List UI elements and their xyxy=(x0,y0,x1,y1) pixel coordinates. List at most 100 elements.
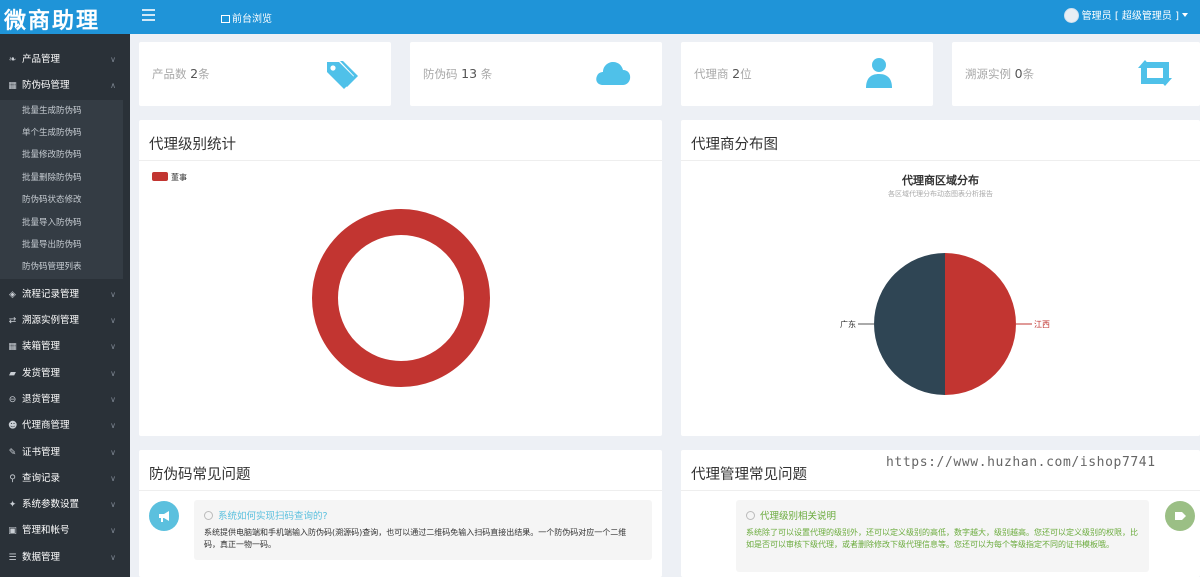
submenu-item[interactable]: 批量生成防伪码 xyxy=(0,100,123,122)
front-view-link[interactable]: 前台浏览 xyxy=(221,10,272,25)
sidebar-item-certificates[interactable]: ✎ 证书管理 ∨ xyxy=(0,440,130,466)
chevron-down-icon: ∨ xyxy=(110,500,116,510)
chevron-down-icon: ∨ xyxy=(110,316,116,326)
sidebar-item-label: 溯源实例管理 xyxy=(22,315,80,327)
stat-unit: 条 xyxy=(1022,67,1035,81)
faq-question: 代理级别相关说明 xyxy=(760,511,837,522)
stat-value: 2 xyxy=(732,66,741,81)
pie-slice[interactable] xyxy=(874,253,945,395)
question-circle-icon xyxy=(204,511,213,520)
brand-logo[interactable]: 微商助理 xyxy=(4,3,100,35)
chevron-down-icon: ∨ xyxy=(110,447,116,457)
caret-down-icon xyxy=(1182,13,1188,17)
watermark-url: https://www.huzhan.com/ishop7741 xyxy=(886,455,1156,470)
stat-value: 0 xyxy=(1014,66,1023,81)
stat-label: 防伪码 xyxy=(423,67,458,81)
sidebar-item-agents[interactable]: ☻ 代理商管理 ∨ xyxy=(0,413,130,439)
barcode-icon: ▦ xyxy=(8,81,17,92)
tag-icon xyxy=(1165,501,1195,531)
minus-circle-icon: ⊖ xyxy=(8,394,17,405)
list-icon: ☰ xyxy=(8,552,17,563)
sidebar-item-accounts[interactable]: ▣ 管理和帐号 ∨ xyxy=(0,518,130,544)
sidebar-item-label: 装箱管理 xyxy=(22,341,61,353)
sidebar-item-packing[interactable]: ▦ 装箱管理 ∨ xyxy=(0,334,130,360)
panel-title: 代理管理常见问题 xyxy=(691,467,807,483)
donut-slice[interactable] xyxy=(312,209,490,387)
sidebar-item-returns[interactable]: ⊖ 退货管理 ∨ xyxy=(0,387,130,413)
stat-unit: 条 xyxy=(480,67,493,81)
sidebar-item-shipping[interactable]: ▰ 发货管理 ∨ xyxy=(0,361,130,387)
submenu-item[interactable]: 批量删除防伪码 xyxy=(0,167,123,189)
sidebar-item-label: 查询记录 xyxy=(22,472,61,484)
sidebar-item-label: 流程记录管理 xyxy=(22,288,80,300)
chevron-down-icon: ∨ xyxy=(110,526,116,536)
submenu-item[interactable]: 单个生成防伪码 xyxy=(0,122,123,144)
sidebar-item-label: 管理和帐号 xyxy=(22,525,70,537)
sidebar-item-label: 系统参数设置 xyxy=(22,499,80,511)
front-view-label: 前台浏览 xyxy=(232,14,272,25)
submenu-item[interactable]: 批量修改防伪码 xyxy=(0,144,123,166)
submenu-item[interactable]: 批量导出防伪码 xyxy=(0,234,123,256)
stat-unit: 条 xyxy=(198,67,210,81)
faq-item: 代理级别相关说明 系统除了可以设置代理的级别外，还可以定义级别的高低，数字越大，… xyxy=(736,500,1149,572)
submenu-item[interactable]: 防伪码状态修改 xyxy=(0,189,123,211)
panel-agent-distribution: 代理商分布图 代理商区域分布 各区域代理分布动态图表分析报告 江西 广东 xyxy=(681,120,1200,436)
user-menu[interactable]: 管理员 [ 超级管理员 ] xyxy=(1063,7,1188,23)
users-icon: ☻ xyxy=(8,421,18,432)
submenu-anticounterfeit: 批量生成防伪码 单个生成防伪码 批量修改防伪码 批量删除防伪码 防伪码状态修改 … xyxy=(0,99,123,279)
monitor-icon xyxy=(221,15,230,23)
stat-card-products: 产品数 2条 xyxy=(139,42,391,106)
stat-card-trace: 溯源实例 0条 xyxy=(952,42,1200,106)
sidebar-item-anticounterfeit[interactable]: ▦ 防伪码管理 ∧ xyxy=(0,73,130,100)
sidebar-item-products[interactable]: ❧ 产品管理 ∨ xyxy=(0,47,130,73)
menu-toggle-icon[interactable] xyxy=(142,9,155,23)
faq-answer: 系统除了可以设置代理的级别外，还可以定义级别的高低，数字越大，级别越高。您还可以… xyxy=(746,528,1138,549)
faq-answer: 系统提供电脑端和手机端输入防伪码(溯源码)查询，也可以通过二维码免输入扫码直接出… xyxy=(204,528,627,549)
sidebar-item-label: 证书管理 xyxy=(22,446,61,458)
top-header: 微商助理 前台浏览 管理员 [ 超级管理员 ] xyxy=(0,0,1200,34)
chevron-down-icon: ∨ xyxy=(110,421,116,431)
panel-anticounterfeit-faq: 防伪码常见问题 系统如何实现扫码查询的? 系统提供电脑端和手机端输入防伪码(溯源… xyxy=(139,450,662,577)
chevron-up-icon: ∧ xyxy=(110,81,116,91)
truck-icon: ▰ xyxy=(9,368,16,379)
avatar xyxy=(1063,8,1079,23)
chevron-down-icon: ∨ xyxy=(110,473,116,483)
pie-chart: 江西 广东 xyxy=(840,253,1050,395)
chevron-down-icon: ∨ xyxy=(110,289,116,299)
wrench-icon: ✦ xyxy=(8,500,17,511)
sidebar-item-data[interactable]: ☰ 数据管理 ∨ xyxy=(0,545,130,571)
sidebar-item-process[interactable]: ◈ 流程记录管理 ∨ xyxy=(0,282,130,308)
pencil-icon: ✎ xyxy=(8,447,17,458)
panel-title: 防伪码常见问题 xyxy=(149,467,251,483)
sidebar-item-trace[interactable]: ⇄ 溯源实例管理 ∨ xyxy=(0,308,130,334)
panel-agent-level: 代理级别统计 董事 xyxy=(139,120,662,436)
retweet-icon xyxy=(1138,60,1172,86)
donut-chart xyxy=(312,209,490,387)
lock-icon: ▣ xyxy=(8,526,17,537)
chevron-down-icon: ∨ xyxy=(110,55,116,64)
megaphone-icon xyxy=(149,501,179,531)
chevron-down-icon: ∨ xyxy=(110,368,116,378)
faq-item: 系统如何实现扫码查询的? 系统提供电脑端和手机端输入防伪码(溯源码)查询，也可以… xyxy=(194,500,652,560)
stat-unit: 位 xyxy=(740,67,752,81)
stat-card-codes: 防伪码 13 条 xyxy=(410,42,662,106)
sidebar: ❧ 产品管理 ∨ ▦ 防伪码管理 ∧ 批量生成防伪码 单个生成防伪码 批量修改防伪码 批… xyxy=(0,34,130,577)
tags-icon: ◈ xyxy=(9,289,16,300)
stat-card-agents: 代理商 2位 xyxy=(681,42,933,106)
stat-value: 13 xyxy=(461,66,478,81)
faq-question: 系统如何实现扫码查询的? xyxy=(218,511,328,522)
user-label: 管理员 [ 超级管理员 ] xyxy=(1081,11,1179,22)
stat-label: 溯源实例 xyxy=(965,67,1011,81)
user-icon xyxy=(866,58,892,88)
sidebar-item-query-log[interactable]: ⚲ 查询记录 ∨ xyxy=(0,466,130,492)
cloud-icon xyxy=(596,62,631,85)
submenu-item[interactable]: 批量导入防伪码 xyxy=(0,212,123,234)
tags-icon xyxy=(327,61,358,89)
pie-slice[interactable] xyxy=(945,253,1016,395)
sidebar-item-settings[interactable]: ✦ 系统参数设置 ∨ xyxy=(0,492,130,518)
stat-label: 产品数 xyxy=(152,67,187,81)
sidebar-item-label: 代理商管理 xyxy=(22,420,70,432)
chevron-down-icon: ∨ xyxy=(110,552,116,562)
submenu-item[interactable]: 防伪码管理列表 xyxy=(0,256,123,278)
pie-label: 江西 xyxy=(1034,320,1050,329)
